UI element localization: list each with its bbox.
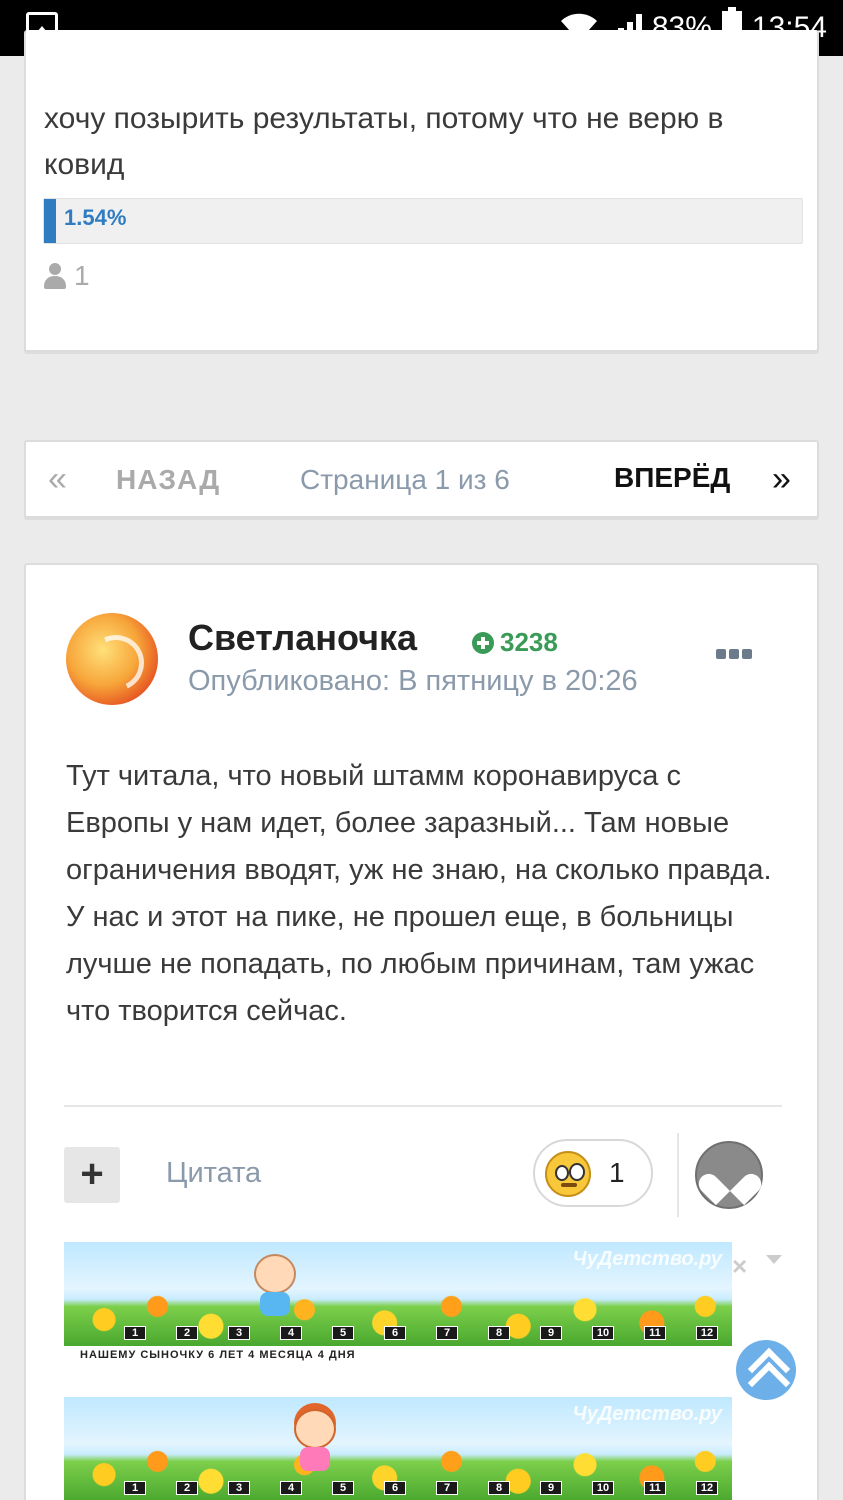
month-mark: 7 [436, 1481, 458, 1495]
baby-boy-icon [250, 1254, 300, 1316]
page-indicator[interactable]: Страница 1 из 6 [300, 464, 510, 496]
month-mark: 2 [176, 1481, 198, 1495]
more-options-icon[interactable] [716, 649, 752, 659]
month-mark: 8 [488, 1326, 510, 1340]
signature-banner: ЧуДетство.ру 1 2 3 4 5 6 7 8 9 10 11 12 [64, 1242, 732, 1346]
month-mark: 10 [592, 1326, 614, 1340]
poll-result-bar: 1.54% [43, 198, 803, 244]
month-mark: 9 [540, 1481, 562, 1495]
scroll-to-top-icon[interactable] [736, 1340, 796, 1400]
plus-circle-icon [472, 631, 494, 654]
quote-button[interactable]: Цитата [166, 1157, 261, 1190]
post-author[interactable]: Светланочка [188, 617, 417, 659]
month-mark: 11 [644, 1481, 666, 1495]
reaction-count: 1 [609, 1157, 625, 1188]
month-mark: 1 [124, 1326, 146, 1340]
post-date: Опубликовано: В пятницу в 20:26 [188, 665, 638, 697]
month-mark: 12 [696, 1326, 718, 1340]
user-icon [44, 263, 66, 289]
month-mark: 10 [592, 1481, 614, 1495]
month-mark: 6 [384, 1481, 406, 1495]
month-mark: 4 [280, 1481, 302, 1495]
month-mark: 3 [228, 1326, 250, 1340]
multiquote-add-button[interactable]: + [64, 1147, 120, 1203]
pagination: « НАЗАД Страница 1 из 6 ВПЕРЁД » [24, 440, 819, 518]
banner-watermark: ЧуДетство.ру [572, 1403, 722, 1425]
month-mark: 5 [332, 1326, 354, 1340]
reputation-count: 3238 [500, 627, 558, 657]
month-mark: 5 [332, 1481, 354, 1495]
post-content: Тут читала, что новый штамм коронавируса… [66, 760, 780, 1027]
month-mark: 3 [228, 1481, 250, 1495]
next-page-button[interactable]: ВПЕРЁД [614, 462, 730, 494]
month-mark: 7 [436, 1326, 458, 1340]
month-scale: 1 2 3 4 5 6 7 8 9 10 11 12 [124, 1326, 718, 1340]
banner-caption: НАШЕМУ СЫНОЧКУ 6 ЛЕТ 4 МЕСЯЦА 4 ДНЯ [80, 1349, 356, 1361]
poll-result-percent: 1.54% [64, 205, 127, 230]
reputation-badge: 3238 [472, 627, 558, 658]
prev-page-button[interactable]: НАЗАД [116, 464, 220, 496]
poll-option-text: хочу позырить результаты, потому что не … [44, 102, 724, 181]
banner-watermark: ЧуДетство.ру [572, 1248, 722, 1270]
chevron-down-icon[interactable] [766, 1255, 782, 1264]
close-icon[interactable]: × [732, 1251, 747, 1282]
next-arrow-icon[interactable]: » [772, 460, 791, 499]
poll-card: хочу позырить результаты, потому что не … [24, 30, 819, 352]
prev-arrow-icon[interactable]: « [48, 460, 67, 499]
poll-voter-count: 1 [74, 260, 90, 291]
reaction-badge[interactable]: 1 [533, 1139, 653, 1207]
divider [677, 1133, 679, 1217]
month-mark: 6 [384, 1326, 406, 1340]
month-mark: 9 [540, 1326, 562, 1340]
poll-voters[interactable]: 1 [44, 260, 90, 292]
signature-banner: ЧуДетство.ру 1 2 3 4 5 6 7 8 9 10 11 12 [64, 1397, 732, 1500]
divider [64, 1105, 782, 1107]
month-mark: 12 [696, 1481, 718, 1495]
month-mark: 4 [280, 1326, 302, 1340]
confused-emoji-icon [545, 1151, 591, 1197]
month-mark: 1 [124, 1481, 146, 1495]
forum-post: Светланочка 3238 Опубликовано: В пятницу… [24, 563, 819, 1500]
month-mark: 8 [488, 1481, 510, 1495]
poll-result-fill [44, 199, 56, 243]
avatar[interactable] [66, 613, 158, 705]
baby-girl-icon [290, 1409, 340, 1471]
month-mark: 11 [644, 1326, 666, 1340]
heart-icon[interactable] [695, 1141, 763, 1209]
month-mark: 2 [176, 1326, 198, 1340]
month-scale: 1 2 3 4 5 6 7 8 9 10 11 12 [124, 1481, 718, 1495]
